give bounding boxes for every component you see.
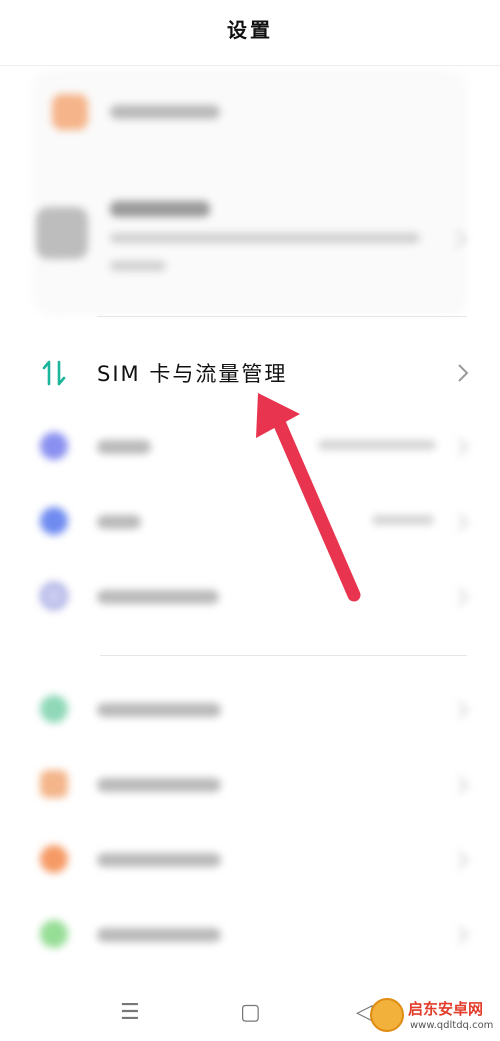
- settings-item-display[interactable]: [0, 830, 500, 890]
- blurred-text: [110, 105, 220, 119]
- sim-data-arrows-icon: [42, 360, 66, 386]
- settings-item-connection[interactable]: [0, 567, 500, 627]
- watermark-logo-icon: [370, 998, 404, 1032]
- account-icon: [52, 94, 88, 130]
- home-icon[interactable]: ▢: [240, 1000, 261, 1025]
- wallpaper-icon: [40, 695, 68, 723]
- blurred-text: [97, 853, 221, 867]
- sim-card-traffic-management-item[interactable]: SIM 卡与流量管理: [0, 336, 500, 408]
- settings-item-wallpaper[interactable]: [0, 680, 500, 740]
- blurred-text: [110, 201, 210, 217]
- sound-icon: [40, 920, 68, 948]
- blurred-text: [318, 440, 436, 450]
- sim-item-label: SIM 卡与流量管理: [97, 362, 288, 386]
- watermark-title: 启东安卓网: [408, 1000, 484, 1018]
- divider: [97, 316, 467, 317]
- account-card-top-row[interactable]: [52, 92, 452, 132]
- blurred-text: [97, 515, 141, 529]
- chevron-right-icon: [458, 851, 469, 869]
- blurred-text: [97, 590, 219, 604]
- header-bar: 设置: [0, 0, 500, 66]
- page-title: 设置: [227, 18, 273, 42]
- chevron-right-icon: [458, 926, 469, 944]
- bluetooth-icon: [40, 507, 68, 535]
- phone-icon: [36, 207, 88, 259]
- display-icon: [40, 845, 68, 873]
- settings-item-bluetooth[interactable]: [0, 492, 500, 552]
- settings-item-notification[interactable]: [0, 755, 500, 815]
- chevron-right-icon: [458, 701, 469, 719]
- account-card-main-row[interactable]: [33, 195, 467, 285]
- blurred-text: [97, 440, 151, 454]
- blurred-text: [97, 778, 221, 792]
- chevron-right-icon: [456, 230, 467, 248]
- divider: [100, 655, 467, 656]
- settings-item-sound[interactable]: [0, 905, 500, 965]
- blurred-text: [372, 515, 434, 525]
- wifi-icon: [40, 432, 68, 460]
- site-watermark: 启东安卓网 www.qdltdq.com: [370, 996, 496, 1040]
- watermark-url: www.qdltdq.com: [410, 1020, 494, 1031]
- blurred-text: [97, 928, 221, 942]
- connection-icon: [40, 582, 68, 610]
- blurred-text: [97, 703, 221, 717]
- chevron-right-icon: [458, 364, 469, 382]
- menu-icon[interactable]: ☰: [120, 1000, 140, 1025]
- blurred-text: [110, 233, 420, 243]
- chevron-right-icon: [458, 513, 469, 531]
- chevron-right-icon: [458, 588, 469, 606]
- chevron-right-icon: [458, 776, 469, 794]
- notification-icon: [40, 770, 68, 798]
- blurred-text: [110, 261, 166, 271]
- chevron-right-icon: [458, 438, 469, 456]
- settings-item-wifi[interactable]: [0, 417, 500, 477]
